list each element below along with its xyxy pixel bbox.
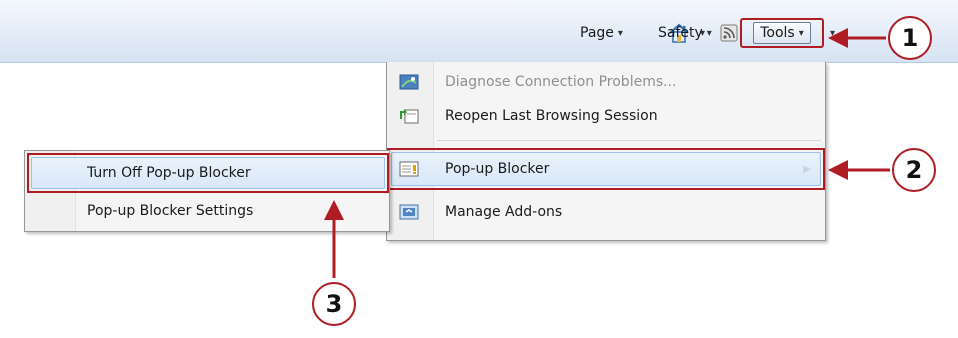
callout-1-arrowhead — [828, 28, 848, 48]
callout-1-number: 1 — [901, 24, 919, 52]
callout-1: 1 — [888, 16, 932, 60]
callout-3-number: 3 — [325, 290, 343, 318]
callout-3-arrowhead — [324, 200, 344, 220]
callout-2-number: 2 — [905, 156, 923, 184]
callout-2: 2 — [892, 148, 936, 192]
annotation-arrows — [324, 28, 890, 278]
callout-2-arrowhead — [828, 160, 848, 180]
callout-3: 3 — [312, 282, 356, 326]
